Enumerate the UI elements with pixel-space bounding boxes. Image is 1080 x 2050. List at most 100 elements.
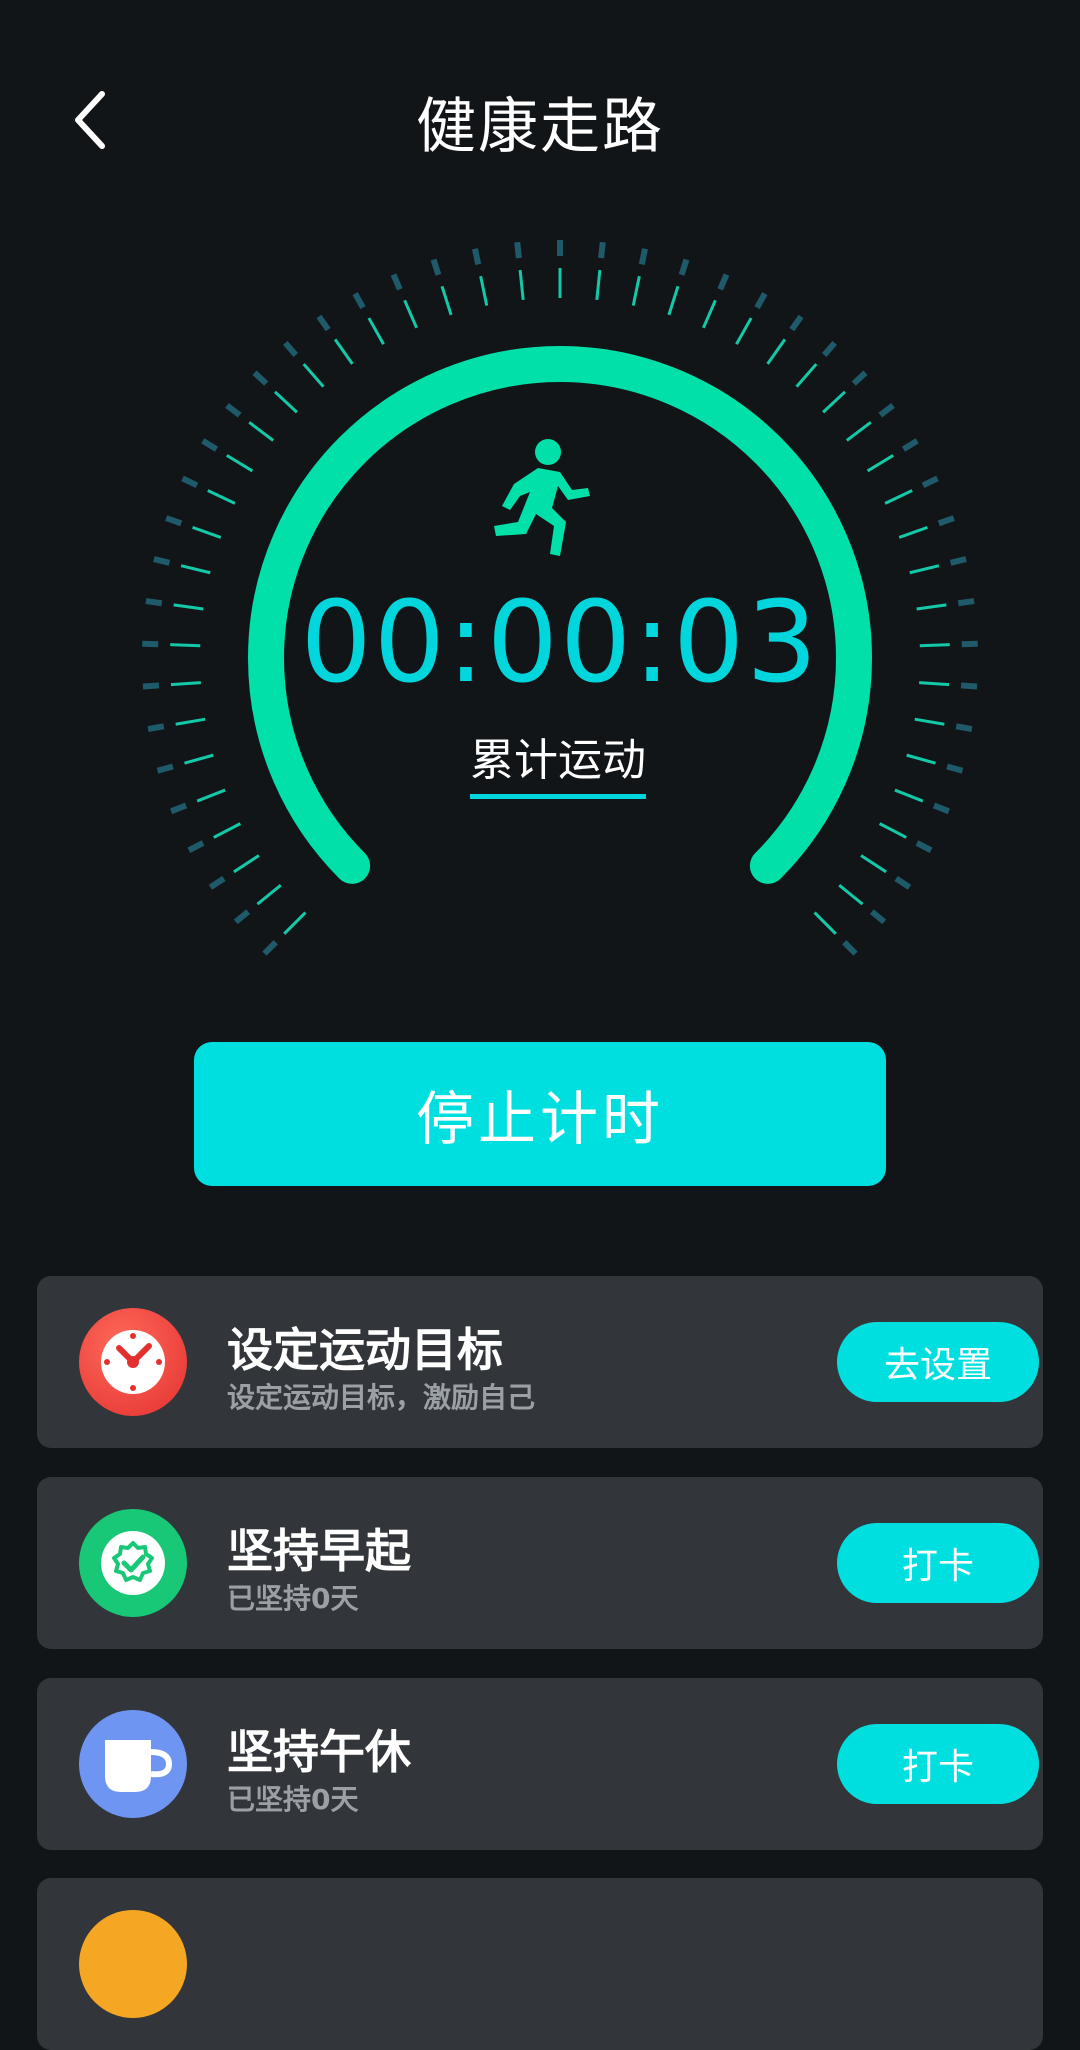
dial-tick-outer	[937, 515, 955, 527]
running-person-icon	[494, 439, 590, 556]
dial-tick-inner	[667, 285, 680, 316]
dial-tick-outer	[153, 556, 171, 566]
badge-check-icon	[79, 1509, 187, 1617]
dial-tick-outer	[946, 763, 964, 774]
dial-tick-outer	[208, 875, 226, 890]
dial-tick-outer	[901, 438, 919, 452]
elapsed-time: 00:00:03	[300, 578, 820, 708]
card-subtitle: 设定运动目标，激励自己	[227, 1381, 536, 1414]
dial-tick-inner	[225, 454, 254, 473]
dial-tick-outer	[894, 875, 912, 890]
dial-tick-outer	[390, 273, 403, 291]
dial-tick-outer	[233, 909, 251, 925]
dial-tick-outer	[170, 802, 188, 815]
card-title: 设定运动目标	[227, 1323, 503, 1377]
dial-tick-inner	[192, 525, 222, 539]
dial-tick-inner	[440, 285, 453, 316]
dial-tick-outer	[869, 909, 887, 925]
dial-tick-outer	[678, 258, 690, 276]
dial-tick-outer	[915, 840, 933, 853]
dial-tick-inner	[914, 717, 945, 726]
dial-tick-outer	[225, 403, 242, 418]
card-title: 坚持早起	[227, 1524, 411, 1578]
dial-tick-inner	[906, 753, 936, 765]
dial-tick-outer	[252, 370, 269, 386]
dial-tick-inner	[248, 421, 275, 442]
dial-tick-outer	[187, 840, 205, 853]
card-subtitle: 已坚持0天	[227, 1783, 359, 1816]
dial-tick-outer	[754, 292, 768, 310]
dial-tick-inner	[273, 390, 298, 414]
clock-icon	[79, 1308, 187, 1416]
partial-icon	[79, 1910, 187, 2018]
page-title: 健康走路	[416, 92, 664, 162]
card-title: 坚持午休	[227, 1725, 411, 1779]
dial-tick-outer	[851, 370, 868, 386]
set-goal-button[interactable]: 去设置	[837, 1322, 1039, 1402]
dial-tick-outer	[283, 340, 299, 357]
dial-tick-inner	[213, 822, 242, 839]
dial-tick-outer	[955, 723, 973, 732]
checkin-early-button[interactable]: 打卡	[837, 1523, 1039, 1603]
dial-tick-outer	[598, 241, 606, 259]
dial-tick-inner	[333, 338, 354, 365]
dial-tick-inner	[894, 788, 924, 803]
dial-tick-outer	[181, 475, 199, 489]
dial-tick-inner	[860, 854, 887, 874]
dial-tick-inner	[403, 299, 418, 329]
dial-tick-inner	[184, 753, 214, 765]
dial-tick-inner	[518, 269, 525, 301]
dial-tick-outer	[821, 340, 837, 357]
dial-tick-inner	[595, 269, 602, 301]
dial-tick-outer	[949, 556, 967, 566]
dial-tick-inner	[180, 564, 211, 575]
dial-tick-outer	[352, 292, 366, 310]
dial-tick-outer	[932, 802, 950, 815]
dial-tick-inner	[795, 363, 818, 388]
dial-tick-inner	[631, 275, 641, 306]
dial-tick-inner	[813, 911, 837, 935]
dial-tick-outer	[156, 763, 174, 774]
dial-tick-inner	[233, 854, 260, 874]
dial-tick-outer	[638, 248, 648, 266]
card-nap: 坚持午休 已坚持0天 打卡	[37, 1678, 1043, 1850]
dial-tick-inner	[878, 822, 907, 839]
dial-tick-inner	[283, 911, 307, 935]
dial-tick-outer	[842, 940, 858, 956]
dial-tick-inner	[735, 317, 753, 345]
dial-tick-inner	[702, 299, 717, 329]
cup-icon	[79, 1710, 187, 1818]
header-bar: 健康走路	[0, 0, 1080, 240]
dial-tick-inner	[909, 564, 940, 575]
dial-tick-outer	[165, 515, 183, 527]
dial-tick-outer	[789, 314, 804, 332]
card-subtitle: 已坚持0天	[227, 1582, 359, 1615]
dial-tick-inner	[838, 884, 864, 906]
checkin-nap-button[interactable]: 打卡	[837, 1724, 1039, 1804]
dial-tick-inner	[196, 788, 226, 803]
card-goal: 设定运动目标 设定运动目标，激励自己 去设置	[37, 1276, 1043, 1448]
card-partial	[37, 1878, 1043, 2050]
dial-tick-outer	[316, 314, 331, 332]
dial-tick-inner	[207, 489, 236, 505]
dial-tick-outer	[262, 940, 278, 956]
dial-tick-outer	[472, 248, 482, 266]
dial-tick-outer	[514, 241, 522, 259]
dial-tick-inner	[175, 717, 206, 726]
dial-tick-inner	[256, 884, 282, 906]
dial-tick-inner	[302, 363, 325, 388]
dial-tick-inner	[898, 525, 928, 539]
dial-tick-inner	[766, 338, 787, 365]
dial-tick-outer	[878, 403, 895, 418]
dial-tick-inner	[367, 317, 385, 345]
dial-tick-inner	[884, 489, 913, 505]
stop-timer-button[interactable]: 停止计时	[194, 1042, 886, 1186]
dial-tick-outer	[147, 723, 165, 732]
dial-tick-outer	[921, 475, 939, 489]
dial-tick-outer	[201, 438, 219, 452]
dial-tick-inner	[845, 421, 872, 442]
card-early-rise: 坚持早起 已坚持0天 打卡	[37, 1477, 1043, 1649]
dial-tick-inner	[822, 390, 847, 414]
timer-label: 累计运动	[470, 724, 646, 799]
dial-tick-outer	[717, 273, 730, 291]
